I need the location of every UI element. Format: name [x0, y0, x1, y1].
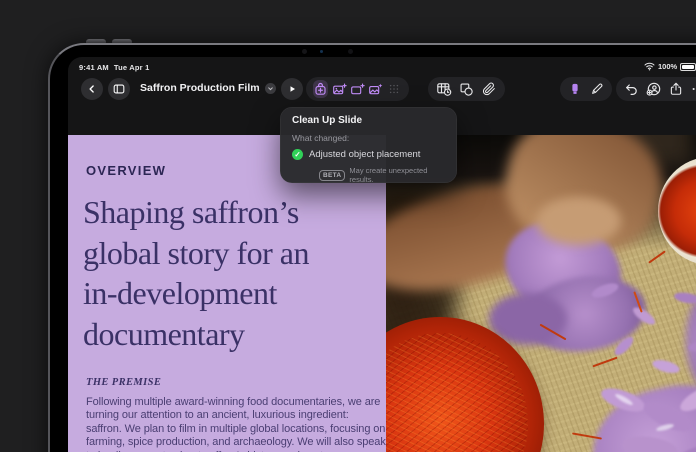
headline-line: in-development	[83, 273, 309, 314]
document-title[interactable]: Saffron Production Film	[140, 82, 276, 94]
play-icon	[286, 83, 298, 95]
slide-body-text: Following multiple award-winning food do…	[86, 396, 386, 452]
clean-up-slide-popover: Clean Up Slide What changed: ✓ Adjusted …	[280, 107, 457, 183]
popover-beta-row: BETA May create unexpected results.	[319, 166, 445, 184]
battery-percent: 100%	[658, 62, 677, 71]
status-date: Tue Apr 1	[114, 63, 150, 72]
slide-headline: Shaping saffron’s global story for an in…	[83, 192, 309, 354]
popover-change-row: ✓ Adjusted object placement	[292, 149, 445, 160]
slide-subheading: THE PREMISE	[86, 377, 161, 388]
document-title-label: Saffron Production Film	[140, 82, 260, 94]
slide-eyebrow: OVERVIEW	[86, 163, 166, 178]
slide-navigator-button[interactable]	[108, 78, 130, 100]
marker-icon	[568, 82, 582, 96]
share-button[interactable]	[668, 80, 685, 98]
paperclip-icon	[482, 82, 496, 96]
camera-sensor	[348, 49, 353, 54]
slide-navigator-icon	[112, 82, 126, 96]
ai-tools-group	[306, 77, 409, 101]
undo-button[interactable]	[623, 80, 640, 98]
headline-line: documentary	[83, 314, 309, 355]
more-tools-handle[interactable]	[387, 80, 402, 98]
chevron-down-icon[interactable]	[265, 83, 276, 94]
popover-change-label: Adjusted object placement	[309, 149, 420, 160]
pen-tool-button[interactable]	[589, 80, 606, 98]
screen: 9:41 AM Tue Apr 1 100%	[68, 57, 696, 452]
add-image-ai-button[interactable]	[331, 80, 346, 98]
ellipsis-icon	[691, 82, 696, 96]
draw-tools-group	[560, 77, 612, 101]
actions-group	[616, 77, 696, 101]
battery-icon	[680, 63, 696, 71]
marker-tool-button[interactable]	[567, 80, 584, 98]
collaborate-icon	[646, 81, 662, 97]
attachment-button[interactable]	[480, 80, 498, 98]
shapes-icon	[459, 82, 474, 97]
status-time: 9:41 AM	[79, 63, 109, 72]
undo-icon	[624, 82, 639, 97]
add-slide-ai-button[interactable]	[350, 80, 365, 98]
status-indicators: 100%	[644, 62, 696, 71]
status-time-date: 9:41 AM Tue Apr 1	[79, 63, 149, 72]
add-media-ai-button[interactable]	[368, 80, 383, 98]
table-chart-button[interactable]	[435, 80, 453, 98]
wifi-icon	[644, 62, 655, 71]
play-button[interactable]	[281, 78, 303, 100]
share-icon	[669, 82, 683, 96]
clean-up-slide-icon	[313, 82, 328, 97]
shapes-button[interactable]	[458, 80, 476, 98]
popover-subtitle: What changed:	[292, 133, 445, 143]
collaborate-button[interactable]	[645, 80, 662, 98]
camera-sensor	[320, 50, 323, 53]
more-button[interactable]	[690, 80, 696, 98]
back-button[interactable]	[81, 78, 103, 100]
table-clock-icon	[436, 81, 452, 97]
dots-grid-icon	[388, 83, 400, 95]
beta-note: May create unexpected results.	[349, 166, 445, 184]
insert-tools-group	[428, 77, 505, 101]
stage: 9:41 AM Tue Apr 1 100%	[0, 0, 696, 452]
checkmark-icon: ✓	[292, 149, 303, 160]
headline-line: Shaping saffron’s	[83, 192, 309, 233]
front-camera	[302, 49, 307, 54]
headline-line: global story for an	[83, 233, 309, 274]
clean-up-slide-button[interactable]	[313, 80, 328, 98]
popover-title: Clean Up Slide	[292, 115, 445, 126]
media-sparkle-icon	[368, 82, 383, 97]
image-sparkle-icon	[332, 82, 347, 97]
photo-decoration	[536, 197, 621, 245]
slide-sparkle-icon	[350, 82, 365, 97]
beta-badge: BETA	[319, 170, 345, 181]
pen-icon	[590, 82, 604, 96]
ipad-device-frame: 9:41 AM Tue Apr 1 100%	[48, 43, 696, 452]
chevron-left-icon	[86, 83, 98, 95]
